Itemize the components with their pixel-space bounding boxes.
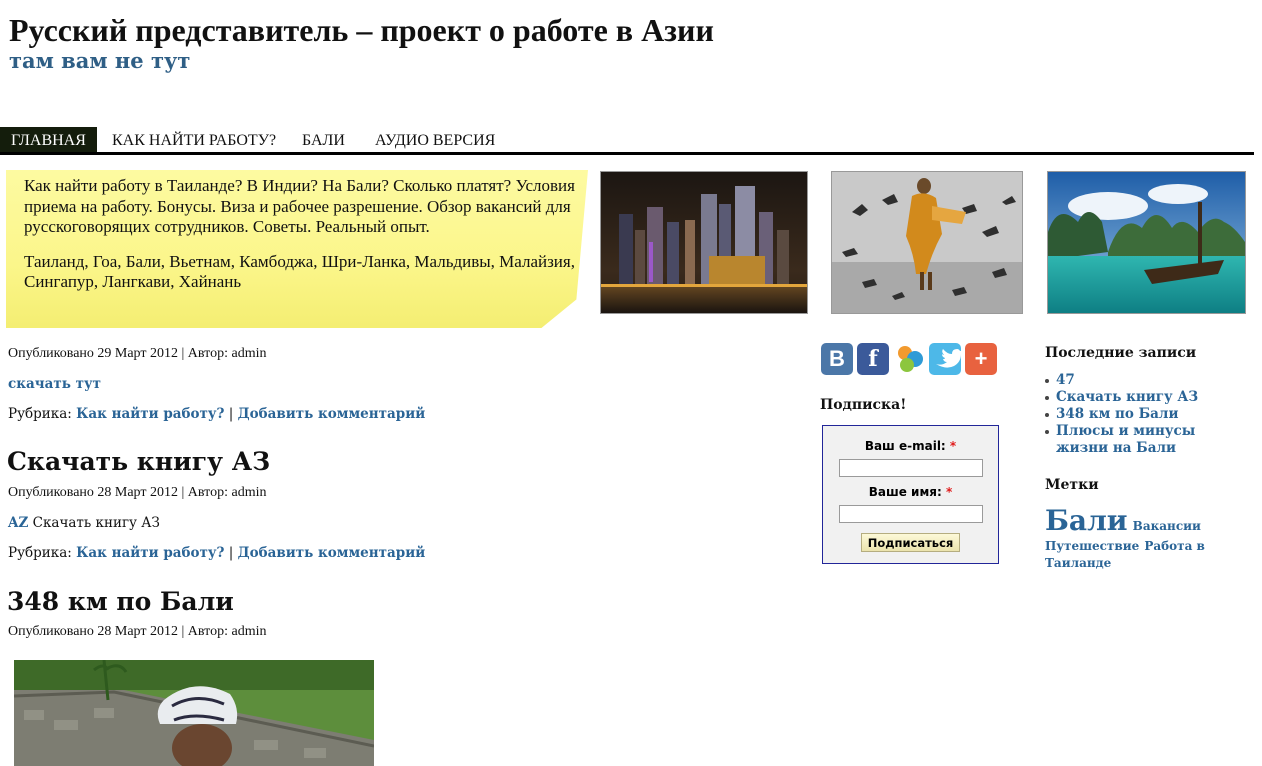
required-mark: * (949, 439, 957, 453)
post-meta: Опубликовано 29 Март 2012 | Автор: admin (8, 346, 267, 361)
category-label: Рубрика: (8, 406, 77, 422)
intro-text: Как найти работу в Таиланде? В Индии? На… (24, 176, 584, 293)
post-body-text: Скачать книгу АЗ (28, 515, 160, 531)
post-meta: Опубликовано 28 Март 2012 | Автор: admin (8, 624, 267, 639)
post-title[interactable]: Скачать книгу АЗ (7, 447, 270, 476)
separator: | (224, 406, 238, 422)
post-body: скачать тут (8, 376, 101, 392)
main-nav: ГЛАВНАЯ КАК НАЙТИ РАБОТУ? БАЛИ АУДИО ВЕР… (0, 127, 1254, 155)
category-link[interactable]: Как найти работу? (76, 545, 224, 561)
add-comment-link[interactable]: Добавить комментарий (238, 406, 426, 422)
email-label: Ваш e-mail: * (864, 439, 957, 453)
nav-item-home[interactable]: ГЛАВНАЯ (0, 127, 97, 152)
post-title[interactable]: 348 км по Бали (7, 587, 234, 616)
post-footer: Рубрика: Как найти работу? | Добавить ко… (8, 545, 425, 561)
post-body: AZ Скачать книгу АЗ (8, 515, 160, 531)
moimir-icon[interactable] (893, 343, 925, 375)
bali-post-image (14, 660, 374, 766)
recent-post-link[interactable]: 47 (1056, 372, 1075, 388)
name-label: Ваше имя: * (868, 485, 953, 499)
post-footer: Рубрика: Как найти работу? | Добавить ко… (8, 406, 425, 422)
list-item: 348 км по Бали (1045, 406, 1235, 423)
city-night-image (600, 171, 808, 314)
az-link[interactable]: AZ (8, 515, 28, 531)
tags-heading: Метки (1045, 477, 1099, 493)
site-title[interactable]: Русский представитель – проект о работе … (9, 12, 714, 49)
intro-paragraph-1: Как найти работу в Таиланде? В Индии? На… (24, 176, 575, 236)
monk-pigeons-image (831, 171, 1023, 314)
add-comment-link[interactable]: Добавить комментарий (238, 545, 426, 561)
separator: | (224, 545, 238, 561)
subscribe-button[interactable]: Подписаться (861, 533, 960, 552)
site-tagline: там вам не тут (9, 48, 191, 73)
subscribe-form: Ваш e-mail: * Ваше имя: * Подписаться (822, 425, 999, 564)
recent-post-link[interactable]: Плюсы и минусы жизни на Бали (1056, 423, 1195, 456)
share-plus-icon[interactable]: + (965, 343, 997, 375)
nav-item-find-job[interactable]: КАК НАЙТИ РАБОТУ? (101, 127, 287, 152)
list-item: Плюсы и минусы жизни на Бали (1045, 423, 1235, 457)
tropical-boat-image (1047, 171, 1246, 314)
twitter-icon[interactable] (929, 343, 963, 375)
tag-bali[interactable]: Бали (1045, 504, 1128, 537)
intro-paragraph-2: Таиланд, Гоа, Бали, Вьетнам, Камбоджа, Ш… (24, 251, 575, 292)
recent-post-link[interactable]: 348 км по Бали (1056, 406, 1178, 422)
list-item: 47 (1045, 372, 1235, 389)
post-meta: Опубликовано 28 Март 2012 | Автор: admin (8, 485, 267, 500)
download-link[interactable]: скачать тут (8, 376, 101, 392)
recent-post-link[interactable]: Скачать книгу АЗ (1056, 389, 1198, 405)
tag-cloud: Бали Вакансии Путешествие Работа в Таила… (1045, 505, 1245, 571)
nav-item-audio[interactable]: АУДИО ВЕРСИЯ (364, 127, 506, 152)
category-link[interactable]: Как найти работу? (76, 406, 224, 422)
list-item: Скачать книгу АЗ (1045, 389, 1235, 406)
tag-travel[interactable]: Путешествие (1045, 539, 1139, 553)
required-mark: * (945, 485, 953, 499)
recent-posts-list: 47 Скачать книгу АЗ 348 км по Бали Плюсы… (1045, 372, 1235, 457)
nav-item-bali[interactable]: БАЛИ (291, 127, 356, 152)
recent-posts-heading: Последние записи (1045, 345, 1197, 361)
name-field[interactable] (839, 505, 983, 523)
subscribe-heading: Подписка! (820, 397, 907, 413)
vkontakte-icon[interactable]: В (821, 343, 853, 375)
email-field[interactable] (839, 459, 983, 477)
facebook-icon[interactable]: f (857, 343, 889, 375)
tag-vacancies[interactable]: Вакансии (1133, 519, 1201, 533)
category-label: Рубрика: (8, 545, 77, 561)
